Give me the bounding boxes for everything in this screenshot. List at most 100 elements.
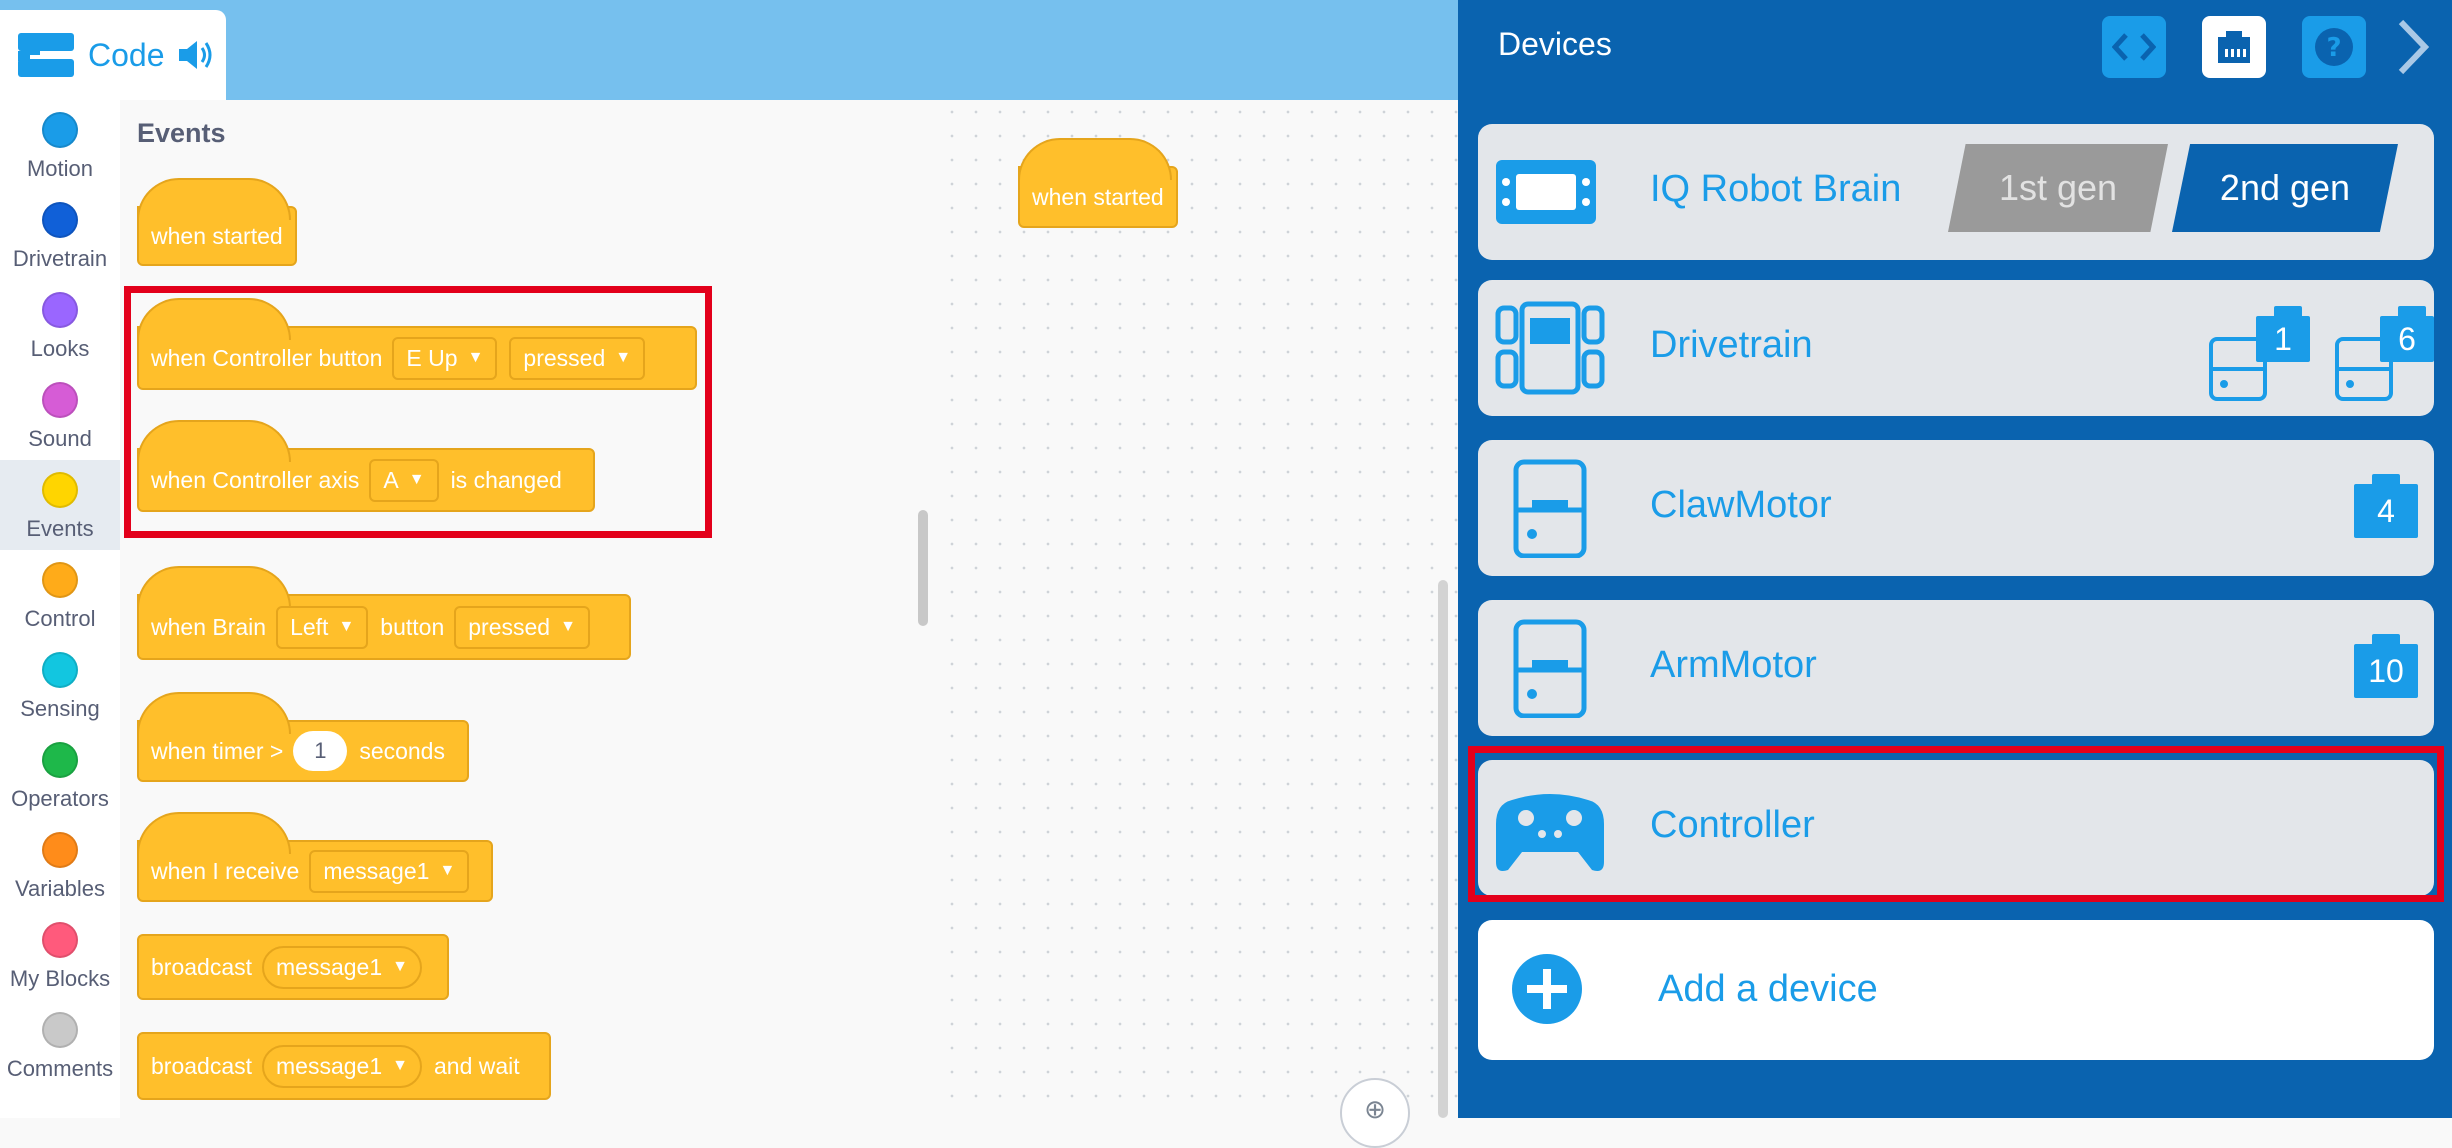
category-label: Sensing [20, 696, 100, 721]
category-drivetrain[interactable]: Drivetrain [0, 190, 120, 280]
category-motion[interactable]: Motion [0, 100, 120, 190]
sound-dot-icon [42, 382, 78, 418]
device-card-armmotor[interactable]: ArmMotor 10 [1478, 600, 2434, 736]
block-text: when started [1032, 183, 1164, 210]
port-number: 4 [2377, 492, 2395, 529]
brain-button-dropdown[interactable]: Left ▼ [276, 605, 369, 649]
add-device-label: Add a device [1658, 968, 1878, 1010]
device-name: ClawMotor [1650, 484, 1832, 526]
clawmotor-port: 4 [2354, 474, 2418, 538]
looks-dot-icon [42, 292, 78, 328]
category-operators[interactable]: Operators [0, 730, 120, 820]
dropdown-value: message1 [323, 857, 430, 884]
motor-icon [1513, 619, 1587, 718]
add-device-card[interactable]: Add a device [1478, 920, 2434, 1060]
highlight-box-controller-device [1468, 746, 2444, 902]
category-label: Motion [26, 156, 94, 181]
category-comments[interactable]: Comments [0, 1000, 120, 1090]
help-button[interactable]: ? [2302, 16, 2366, 78]
category-label: Looks [30, 336, 90, 361]
drivetrain-dot-icon [42, 202, 78, 238]
dropdown-arrow-icon: ▼ [467, 349, 484, 366]
block-text: broadcast [151, 1052, 253, 1079]
timer-value-input[interactable]: 1 [293, 731, 348, 771]
motor-icon [1513, 459, 1587, 558]
category-label: My Blocks [9, 966, 111, 991]
dropdown-value: message1 [276, 953, 383, 980]
code-tab[interactable]: Code [0, 10, 226, 100]
chevron-right-icon [2398, 19, 2430, 75]
port-number: 6 [2398, 320, 2416, 357]
block-text: when Brain [151, 613, 267, 640]
category-sensing[interactable]: Sensing [0, 640, 120, 730]
dropdown-arrow-icon: ▼ [408, 471, 425, 488]
block-text: when started [151, 222, 283, 249]
broadcast-wait-message-dropdown[interactable]: message1 ▼ [262, 1044, 422, 1088]
help-icon: ? [2315, 28, 2353, 66]
receive-message-dropdown[interactable]: message1 ▼ [309, 849, 470, 893]
dropdown-value: pressed [523, 344, 606, 371]
workspace-scrollbar[interactable] [1438, 580, 1448, 1118]
category-sidebar: Motion Drivetrain Looks Sound Events Con… [0, 100, 120, 1118]
devices-view-button[interactable] [2202, 16, 2266, 78]
broadcast-block[interactable]: broadcast message1 ▼ [137, 934, 449, 1000]
dropdown-arrow-icon: ▼ [392, 958, 408, 975]
category-label: Drivetrain [12, 246, 108, 271]
code-view-button[interactable] [2102, 16, 2166, 78]
devices-title: Devices [1498, 26, 1612, 62]
category-control[interactable]: Control [0, 550, 120, 640]
category-label: Sound [28, 426, 92, 451]
palette-scrollbar[interactable] [918, 510, 928, 626]
category-looks[interactable]: Looks [0, 280, 120, 370]
dropdown-arrow-icon: ▼ [560, 618, 576, 635]
robot-brain-icon [1496, 160, 1596, 224]
control-dot-icon [42, 562, 78, 598]
dropdown-value: pressed [468, 613, 551, 640]
block-text: seconds [359, 737, 445, 764]
gen1-toggle[interactable]: 1st gen [1948, 144, 2168, 232]
category-events[interactable]: Events [0, 460, 120, 550]
category-label: Control [24, 606, 96, 631]
device-name: IQ Robot Brain [1650, 168, 1902, 210]
port-number: 1 [2274, 320, 2292, 357]
device-name: ArmMotor [1650, 644, 1817, 686]
add-icon [1512, 954, 1582, 1024]
device-card-brain[interactable]: IQ Robot Brain 1st gen 2nd gen [1478, 124, 2434, 260]
broadcast-and-wait-block[interactable]: broadcast message1 ▼ and wait [137, 1032, 551, 1100]
blocks-icon [18, 33, 74, 77]
collapse-panel-button[interactable] [2388, 16, 2438, 78]
code-tab-label: Code [88, 36, 165, 73]
brain-state-dropdown[interactable]: pressed ▼ [454, 605, 590, 649]
code-brackets-icon [2112, 33, 2156, 61]
category-my-blocks[interactable]: My Blocks [0, 910, 120, 1000]
category-label: Operators [11, 786, 109, 811]
controller-button-dropdown[interactable]: E Up ▼ [392, 336, 498, 380]
zoom-in-icon[interactable]: ⊕ [1340, 1078, 1410, 1148]
armmotor-port: 10 [2354, 634, 2418, 698]
block-text: broadcast [151, 953, 253, 980]
dropdown-arrow-icon: ▼ [439, 862, 456, 879]
drivetrain-port-1: 1 [2256, 306, 2310, 362]
speaker-icon[interactable] [175, 37, 215, 73]
category-sound[interactable]: Sound [0, 370, 120, 460]
when-brain-button-block[interactable]: when Brain Left ▼ button pressed ▼ [137, 566, 631, 660]
device-card-drivetrain[interactable]: Drivetrain 1 6 [1478, 280, 2434, 416]
block-text: button [380, 613, 445, 640]
drivetrain-port-6: 6 [2380, 306, 2434, 362]
when-timer-block[interactable]: when timer > 1 seconds [137, 692, 469, 782]
drivetrain-icon [1495, 301, 1605, 395]
when-i-receive-block[interactable]: when I receive message1 ▼ [137, 812, 493, 902]
dropdown-value: E Up [406, 344, 458, 371]
category-variables[interactable]: Variables [0, 820, 120, 910]
block-text: when timer > [151, 737, 284, 764]
category-label: Events [26, 516, 94, 541]
when-started-block[interactable]: when started [137, 178, 297, 266]
code-workspace[interactable] [940, 100, 1458, 1118]
workspace-when-started-block[interactable]: when started [1018, 138, 1178, 228]
button-state-dropdown[interactable]: pressed ▼ [509, 336, 646, 380]
device-card-clawmotor[interactable]: ClawMotor 4 [1478, 440, 2434, 576]
gen2-toggle[interactable]: 2nd gen [2172, 144, 2398, 232]
category-label: Variables [14, 876, 106, 901]
axis-dropdown[interactable]: A ▼ [369, 458, 439, 502]
broadcast-message-dropdown[interactable]: message1 ▼ [262, 945, 422, 989]
